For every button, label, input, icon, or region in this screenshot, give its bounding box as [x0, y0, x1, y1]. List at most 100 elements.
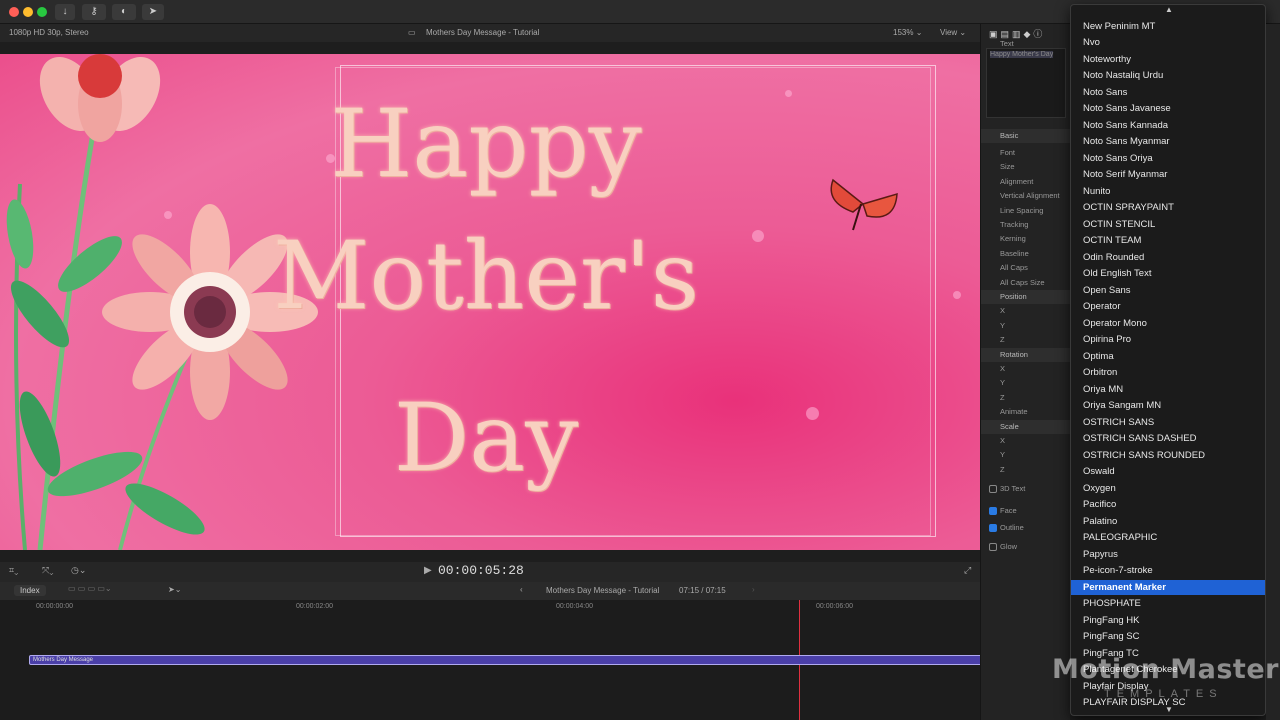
font-menu-item[interactable]: Oriya MN	[1071, 382, 1265, 397]
font-menu-item[interactable]: Pacifico	[1071, 497, 1265, 512]
inspector-section-header[interactable]: Rotation	[981, 347, 1071, 362]
font-menu-item[interactable]: Papyrus	[1071, 547, 1265, 562]
font-menu-item[interactable]: Noto Nastaliq Urdu	[1071, 68, 1265, 83]
font-menu-item[interactable]: Noto Sans Oriya	[1071, 151, 1265, 166]
checkbox[interactable]	[989, 485, 997, 493]
font-menu-item[interactable]: PingFang HK	[1071, 613, 1265, 628]
font-menu-item[interactable]: Open Sans	[1071, 283, 1265, 298]
font-menu-item[interactable]: OCTIN TEAM	[1071, 233, 1265, 248]
font-menu-item[interactable]: Noteworthy	[1071, 52, 1265, 67]
title-line-1[interactable]: Happy	[0, 90, 976, 200]
font-menu-item[interactable]: Opirina Pro	[1071, 332, 1265, 347]
font-menu-item[interactable]: Oswald	[1071, 464, 1265, 479]
title-line-3[interactable]: Day	[0, 384, 976, 494]
zoom-level-dropdown[interactable]: 153% ⌄	[893, 28, 922, 37]
timeline-clip[interactable]: Mothers Day Message	[29, 655, 1004, 665]
scroll-up-arrow-icon[interactable]: ▲	[1165, 5, 1173, 14]
font-menu-item[interactable]: Pe-icon-7-stroke	[1071, 563, 1265, 578]
inspector-param-label: Y	[1000, 320, 1006, 330]
font-menu-item[interactable]: Noto Sans Kannada	[1071, 118, 1265, 133]
timeline-duration: 07:15 / 07:15	[679, 586, 726, 595]
font-menu-item[interactable]: Old English Text	[1071, 266, 1265, 281]
font-menu-item[interactable]: OSTRICH SANS	[1071, 415, 1265, 430]
inspector-param-label: Y	[1000, 450, 1006, 460]
font-menu-item[interactable]: New Peninim MT	[1071, 19, 1265, 34]
viewer-project-name: Mothers Day Message - Tutorial	[426, 28, 540, 37]
inspector-param-label: Y	[1000, 378, 1006, 388]
crop-tool-icon[interactable]: ⌗⌄	[9, 565, 18, 576]
checkbox[interactable]	[989, 543, 997, 551]
inspector-check-row[interactable]: Face	[981, 504, 1071, 518]
timeline-ruler[interactable]: 00:00:00:00 00:00:02:00 00:00:04:00 00:0…	[30, 600, 1068, 614]
font-menu-item[interactable]: Nvo	[1071, 35, 1265, 50]
minimize-window-button[interactable]	[23, 7, 33, 17]
text-value-field[interactable]: Happy Mother's Day	[986, 48, 1066, 118]
inspector-section-header[interactable]: Basic	[981, 129, 1071, 143]
fullscreen-icon[interactable]: ⤢	[964, 565, 971, 576]
scroll-down-arrow-icon[interactable]: ▼	[1165, 705, 1173, 714]
checkbox[interactable]	[989, 507, 997, 515]
inspector-section-header[interactable]: Scale	[981, 419, 1071, 434]
font-menu-item[interactable]: Orbitron	[1071, 365, 1265, 380]
font-menu-item[interactable]: Noto Sans	[1071, 85, 1265, 100]
zoom-window-button[interactable]	[37, 7, 47, 17]
font-menu-item[interactable]: Operator	[1071, 299, 1265, 314]
index-button[interactable]: Index	[14, 585, 46, 596]
font-menu-item[interactable]: Odin Rounded	[1071, 250, 1265, 265]
checkbox-label: Glow	[1000, 542, 1018, 551]
font-menu-item[interactable]: Noto Sans Myanmar	[1071, 134, 1265, 149]
font-menu-item[interactable]: Oxygen	[1071, 481, 1265, 496]
inspector-param-label: Vertical Alignment	[1000, 191, 1060, 201]
inspector-tab-icons[interactable]: ▣▤▥◆ⓘ	[989, 27, 1045, 40]
inspector-check-row[interactable]: Glow	[981, 540, 1071, 554]
timecode-display[interactable]: 00:00:05:28	[438, 563, 524, 578]
viewer-controls-bar: ⌗⌄ ⤧⌄ ◷⌄ ▶ 00:00:05:28 ⤢	[0, 562, 980, 582]
font-menu-item[interactable]: OCTIN SPRAYPAINT	[1071, 200, 1265, 215]
font-menu-item[interactable]: Optima	[1071, 349, 1265, 364]
back-arrow-icon[interactable]: ‹	[520, 585, 523, 594]
font-menu-item[interactable]: Nunito	[1071, 184, 1265, 199]
inspector-param-label: Size	[1000, 162, 1015, 172]
view-dropdown[interactable]: View ⌄	[940, 28, 966, 37]
checkbox-label: Outline	[1000, 523, 1024, 532]
timeline-header: Index ▭ ▭ ▭ ▭⌄ ➤⌄ ‹ Mothers Day Message …	[0, 582, 1068, 600]
film-icon: ▭	[408, 28, 416, 37]
viewer-header: 1080p HD 30p, Stereo ▭ Mothers Day Messa…	[0, 24, 980, 42]
font-menu-item[interactable]: PingFang SC	[1071, 629, 1265, 644]
title-line-2[interactable]: Mother's	[0, 222, 976, 332]
keywords-icon[interactable]: ⚷	[82, 4, 106, 20]
font-menu-item[interactable]: PALEOGRAPHIC	[1071, 530, 1265, 545]
font-menu-item[interactable]: PHOSPHATE	[1071, 596, 1265, 611]
inspector-param-label: Animate	[1000, 407, 1028, 417]
font-menu-item[interactable]: Palatino	[1071, 514, 1265, 529]
font-menu-item[interactable]: Permanent Marker	[1071, 579, 1265, 595]
font-menu-item[interactable]: Noto Sans Javanese	[1071, 101, 1265, 116]
font-menu-item[interactable]: OSTRICH SANS ROUNDED	[1071, 448, 1265, 463]
ruler-mark: 00:00:04:00	[556, 603, 593, 610]
font-menu-item[interactable]: Noto Serif Myanmar	[1071, 167, 1265, 182]
zoom-level: 153%	[893, 28, 914, 37]
viewer-canvas[interactable]: Happy Mother's Day	[0, 54, 980, 550]
speed-tool-icon[interactable]: ◷⌄	[71, 565, 86, 576]
inspector-section-header[interactable]: Position	[981, 290, 1071, 304]
inspector-check-row[interactable]: Outline	[981, 521, 1071, 535]
text-value: Happy Mother's Day	[990, 51, 1054, 58]
close-window-button[interactable]	[9, 7, 19, 17]
font-menu-item[interactable]: Operator Mono	[1071, 316, 1265, 331]
clip-appearance-icon[interactable]: ▭ ▭ ▭ ▭⌄	[68, 584, 112, 593]
share-icon[interactable]: ➤	[142, 4, 164, 20]
font-dropdown-menu[interactable]: ▲ New Peninim MT Nvo Noteworthy Noto Nastal…	[1070, 4, 1266, 716]
font-menu-item[interactable]: OSTRICH SANS DASHED	[1071, 431, 1265, 446]
forward-arrow-icon[interactable]: ›	[752, 585, 755, 594]
inspector-param-label: Baseline	[1000, 248, 1029, 258]
transform-tool-icon[interactable]: ⤧⌄	[42, 565, 53, 576]
background-tasks-icon[interactable]: ◐	[112, 4, 136, 20]
inspector-check-row[interactable]: 3D Text	[981, 482, 1071, 496]
font-menu-item[interactable]: OCTIN STENCIL	[1071, 217, 1265, 232]
import-icon[interactable]: ↓	[55, 4, 75, 20]
select-tool-icon[interactable]: ➤⌄	[168, 585, 181, 594]
checkbox[interactable]	[989, 524, 997, 532]
inspector-param-label: X	[1000, 364, 1006, 373]
play-icon[interactable]: ▶	[424, 565, 432, 576]
font-menu-item[interactable]: Oriya Sangam MN	[1071, 398, 1265, 413]
